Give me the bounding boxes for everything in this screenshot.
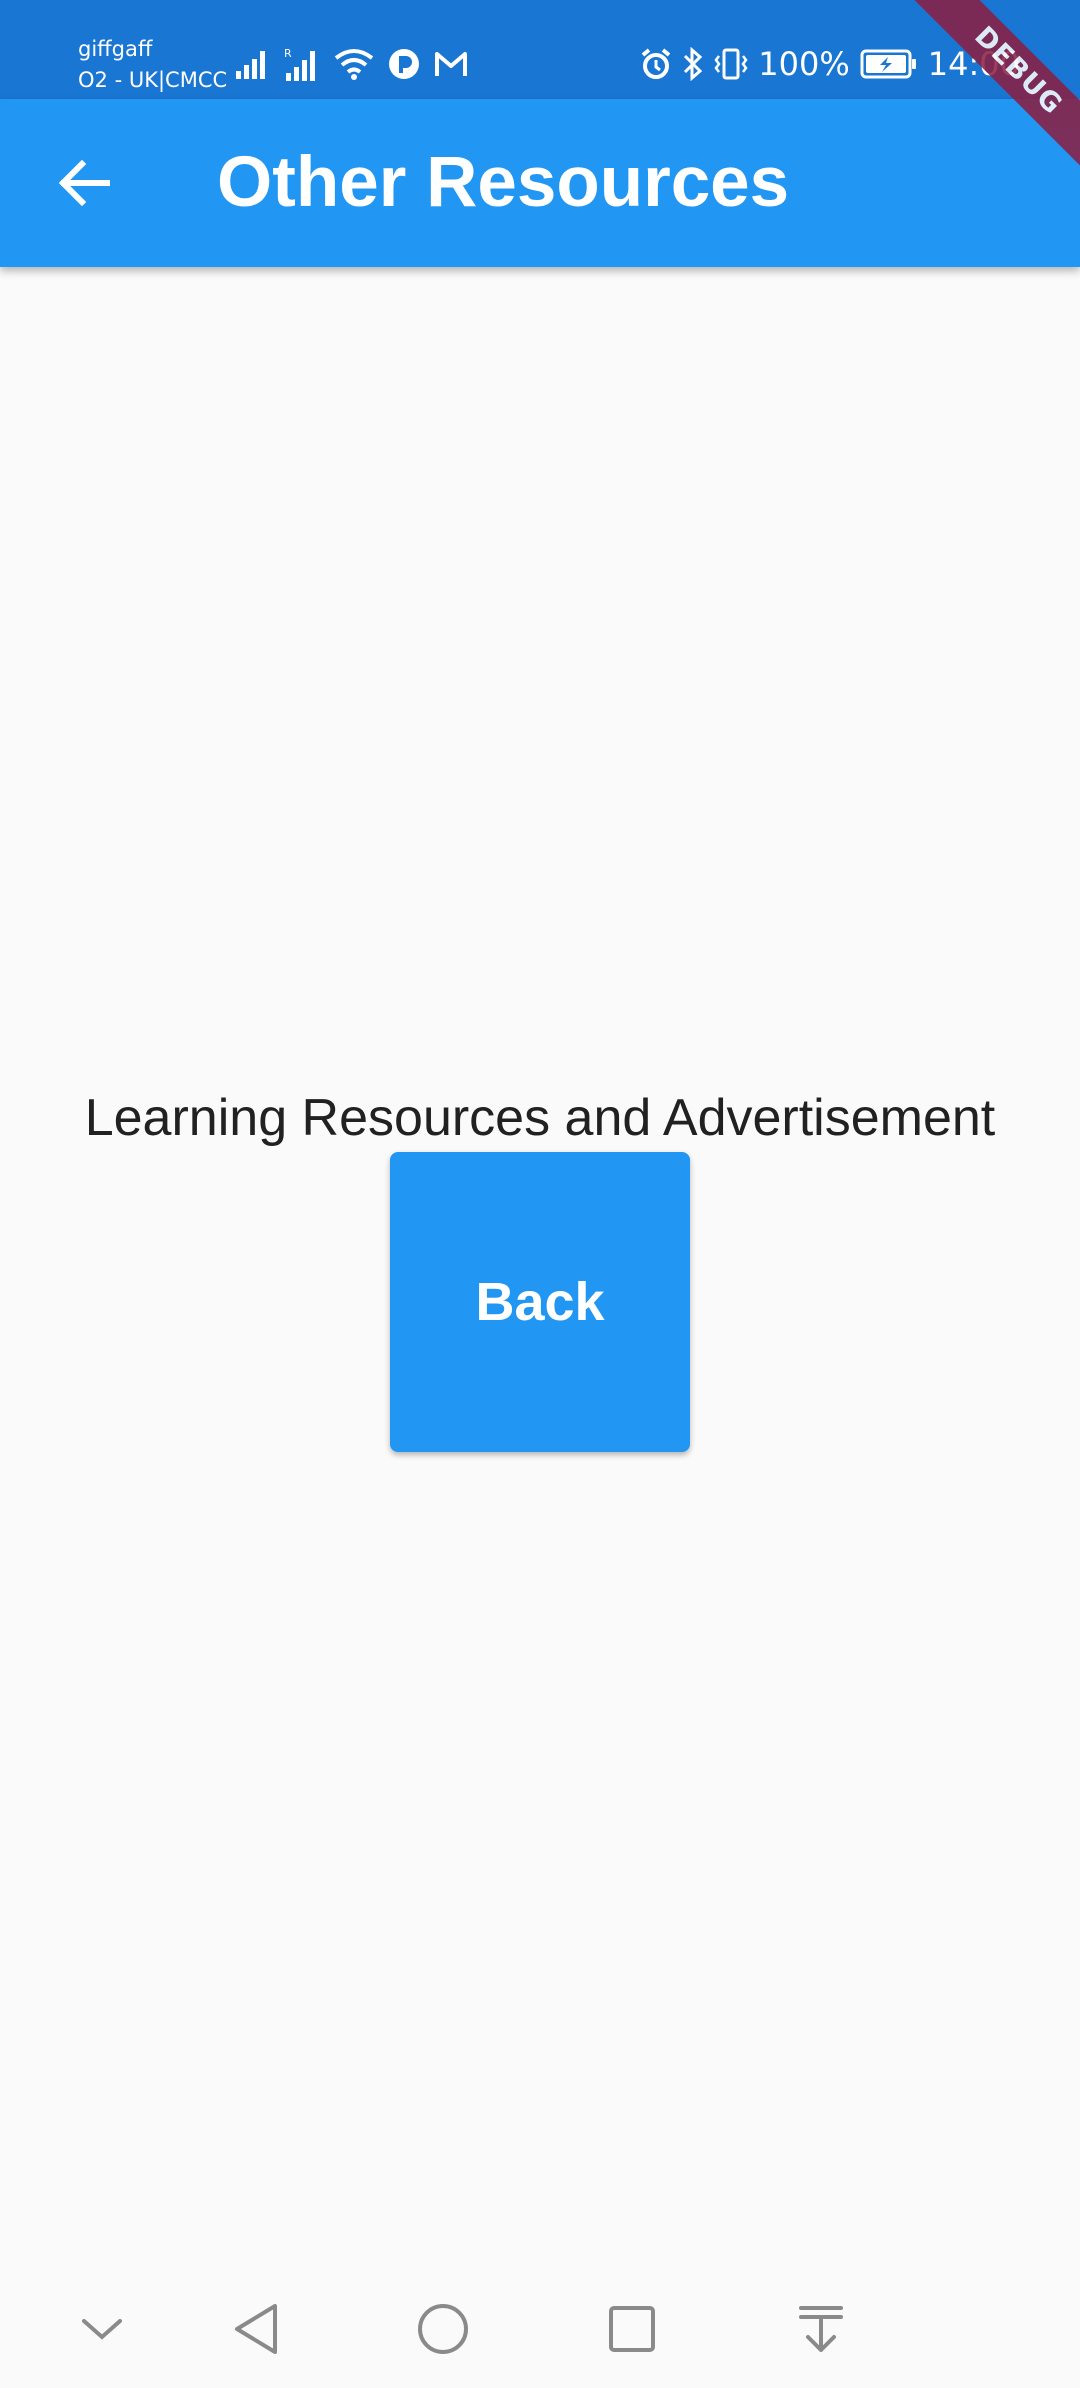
home-circle-icon [416, 2302, 470, 2356]
system-nav-bar [0, 2271, 1080, 2388]
bluetooth-icon [682, 47, 704, 81]
signal-icon [236, 49, 270, 79]
status-right: 100% 14:00 [640, 44, 1020, 84]
nav-home-button[interactable] [405, 2291, 481, 2367]
notification-app-icon [388, 48, 420, 80]
app-bar: Other Resources [0, 99, 1080, 267]
arrow-back-icon [58, 160, 110, 206]
status-left-icons: R [236, 44, 468, 84]
chevron-down-icon [80, 2316, 124, 2342]
svg-text:R: R [284, 47, 292, 60]
carrier-info: giffgaff O2 - UK|CMCC [78, 34, 227, 96]
gmail-icon [434, 50, 468, 78]
nav-collapse-button[interactable] [64, 2291, 140, 2367]
carrier-primary: giffgaff [78, 37, 153, 61]
main-content: Learning Resources and Advertisement Bac… [0, 267, 1080, 2271]
battery-percent: 100% [758, 45, 850, 83]
alarm-icon [640, 48, 672, 80]
back-triangle-icon [231, 2302, 281, 2356]
carrier-secondary: O2 - UK|CMCC [78, 68, 228, 92]
nav-back-button[interactable] [218, 2291, 294, 2367]
nav-notification-button[interactable] [783, 2291, 859, 2367]
nav-recents-button[interactable] [594, 2291, 670, 2367]
roaming-signal-icon: R [284, 47, 320, 81]
recents-square-icon [607, 2304, 657, 2354]
vibrate-icon [714, 47, 748, 81]
wifi-icon [334, 48, 374, 80]
page-title: Other Resources [217, 143, 790, 222]
back-button[interactable]: Back [390, 1152, 690, 1452]
resources-message: Learning Resources and Advertisement [84, 1089, 996, 1147]
battery-charging-icon [860, 49, 918, 79]
notification-pull-icon [798, 2304, 844, 2354]
back-arrow-button[interactable] [50, 149, 118, 217]
status-bar: giffgaff O2 - UK|CMCC R 100% 14:00 [0, 0, 1080, 99]
